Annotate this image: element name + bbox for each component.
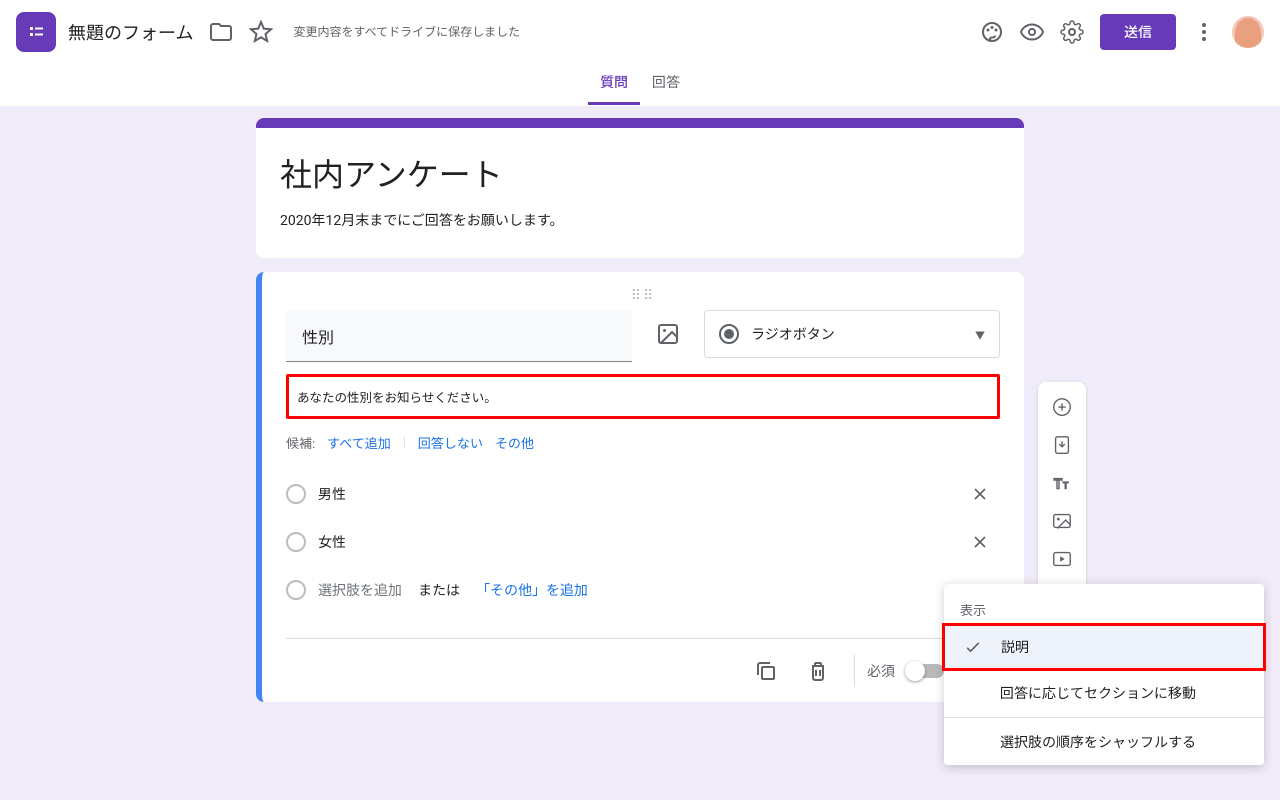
required-label: 必須 [867,661,895,681]
menu-item-description[interactable]: 説明 [942,623,1266,671]
option-text[interactable]: 女性 [318,532,948,552]
add-title-icon[interactable]: TT [1044,465,1080,501]
radio-icon [286,484,306,504]
popup-header: 表示 [944,592,1264,625]
option-or-text: または [418,580,460,600]
svg-text:T: T [1054,477,1063,493]
suggestion-no-answer[interactable]: 回答しない [418,433,483,452]
delete-icon[interactable] [794,647,842,695]
menu-item-label: 説明 [1001,637,1029,657]
add-video-icon[interactable] [1044,541,1080,577]
question-options-menu: 表示 説明 回答に応じてセクションに移動 選択肢の順序をシャッフルする [944,584,1264,765]
radio-icon [719,324,739,344]
tab-responses[interactable]: 回答 [640,72,692,105]
add-image-icon[interactable] [1044,503,1080,539]
forms-logo[interactable] [16,12,56,52]
chevron-down-icon: ▼ [975,327,985,342]
send-button[interactable]: 送信 [1100,14,1176,50]
add-question-icon[interactable] [1044,389,1080,425]
document-title[interactable]: 無題のフォーム [68,19,193,45]
suggestion-add-all[interactable]: すべて追加 [327,433,391,452]
preview-icon[interactable] [1012,12,1052,52]
add-image-icon[interactable] [644,310,692,358]
remove-option-icon[interactable] [960,522,1000,562]
required-toggle[interactable] [907,664,944,678]
form-description[interactable]: 2020年12月末までにご回答をお願いします。 [280,210,1000,230]
avatar[interactable] [1232,16,1264,48]
option-row: 女性 [286,518,1000,566]
radio-icon [286,532,306,552]
radio-icon [286,580,306,600]
check-icon [961,635,985,659]
tab-questions[interactable]: 質問 [588,72,640,105]
suggestions-label: 候補: [286,433,315,452]
suggestion-other[interactable]: その他 [495,433,534,452]
drag-handle-icon[interactable]: ⠿⠿ [286,292,1000,306]
save-status: 変更内容をすべてドライブに保存しました [293,24,520,41]
menu-item-label: 選択肢の順序をシャッフルする [1000,732,1196,752]
question-description-input[interactable]: あなたの性別をお知らせください。 [286,374,1000,419]
form-title[interactable]: 社内アンケート [280,150,1000,196]
question-type-select[interactable]: ラジオボタン ▼ [704,310,1000,358]
settings-icon[interactable] [1052,12,1092,52]
svg-text:T: T [1063,482,1069,492]
question-card[interactable]: ⠿⠿ ラジオボタン ▼ あなたの性別をお知らせください。 候補: すべて追加 |… [256,272,1024,702]
add-option-placeholder[interactable]: 選択肢を追加 [318,580,402,600]
option-text[interactable]: 男性 [318,484,948,504]
add-other-link[interactable]: 「その他」を追加 [476,580,588,600]
menu-item-goto-section[interactable]: 回答に応じてセクションに移動 [944,669,1264,717]
question-type-label: ラジオボタン [751,324,975,344]
remove-option-icon[interactable] [960,474,1000,514]
folder-icon[interactable] [201,12,241,52]
menu-item-shuffle[interactable]: 選択肢の順序をシャッフルする [944,717,1264,765]
more-icon[interactable] [1184,12,1224,52]
duplicate-icon[interactable] [742,647,790,695]
option-row: 男性 [286,470,1000,518]
add-option-row: 選択肢を追加 または 「その他」を追加 [286,566,1000,614]
import-questions-icon[interactable] [1044,427,1080,463]
star-icon[interactable] [241,12,281,52]
palette-icon[interactable] [972,12,1012,52]
suggestions-row: 候補: すべて追加 | 回答しない その他 [286,433,1000,452]
form-header-card[interactable]: 社内アンケート 2020年12月末までにご回答をお願いします。 [256,118,1024,258]
question-title-input[interactable] [286,310,632,362]
menu-item-label: 回答に応じてセクションに移動 [1000,683,1196,703]
